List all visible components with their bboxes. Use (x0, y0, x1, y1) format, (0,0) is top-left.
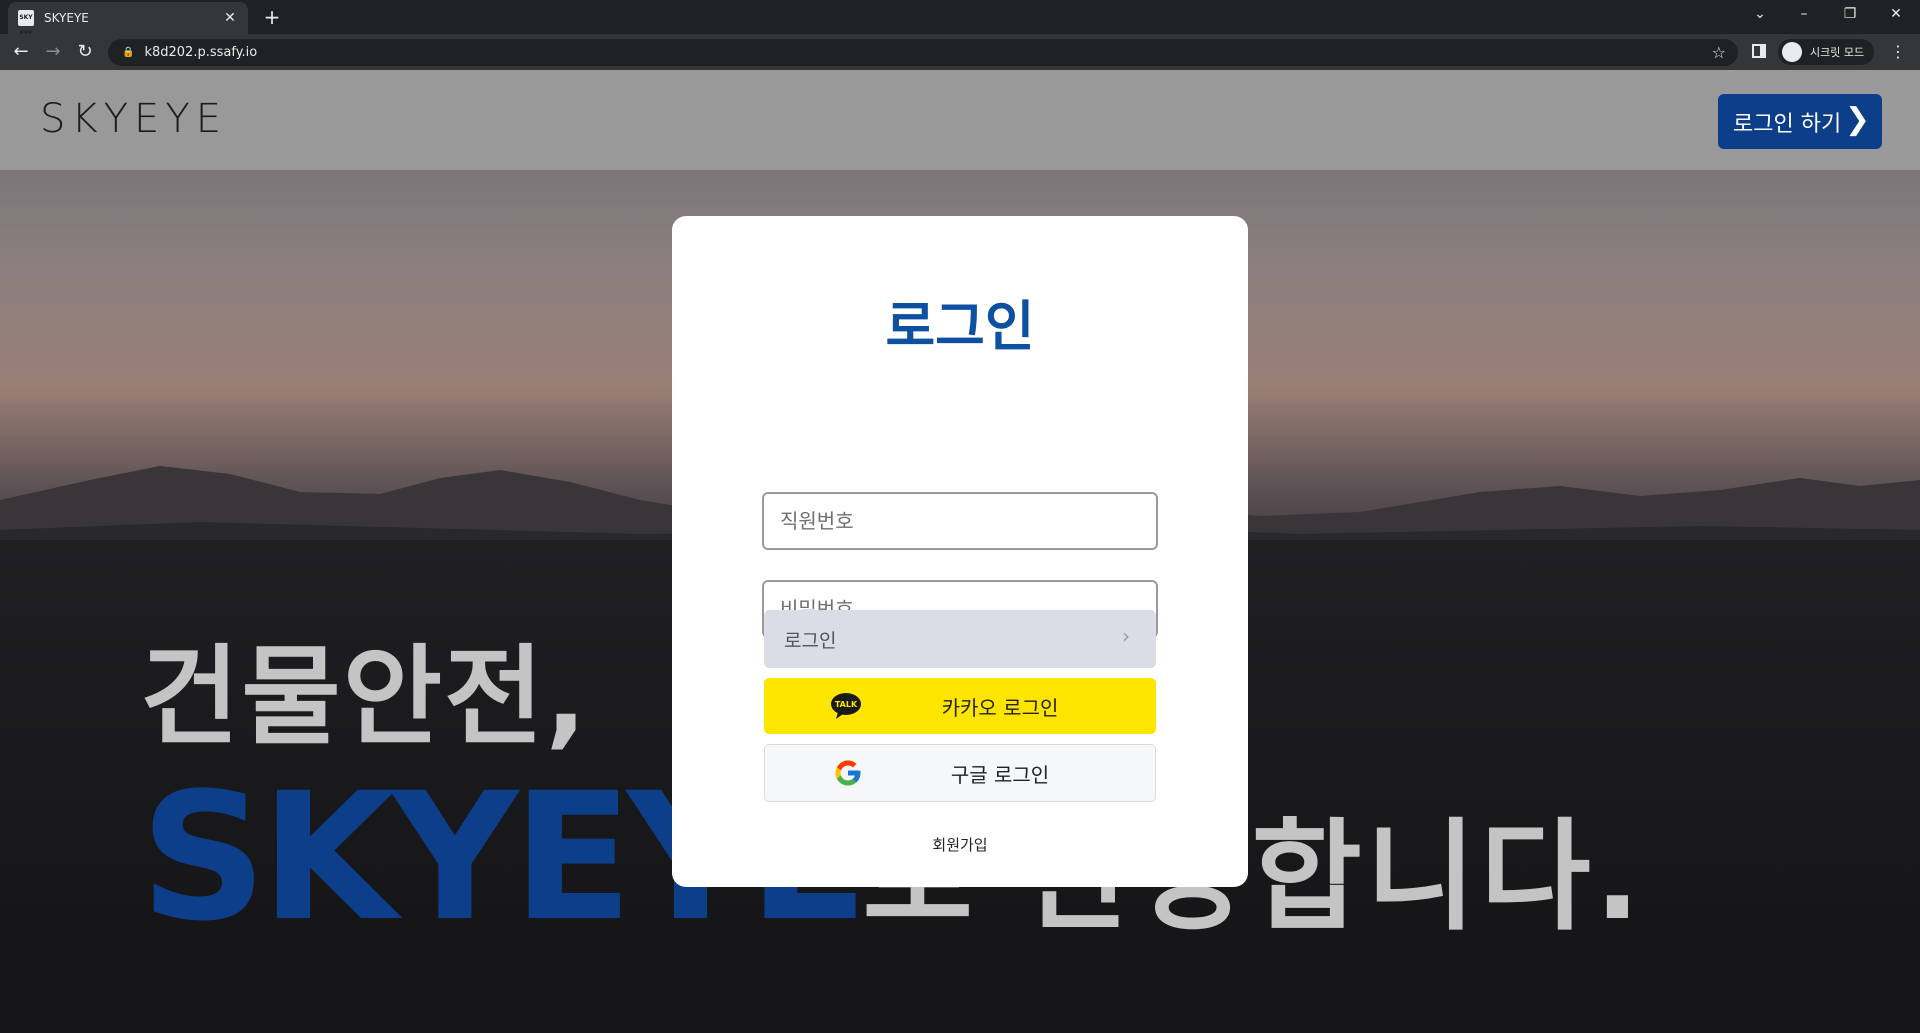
header-login-button[interactable]: 로그인 하기 ❯ (1718, 94, 1882, 149)
signup-link[interactable]: 회원가입 (672, 834, 1248, 855)
login-modal: 로그인 로그인 › TALK 카카오 로그인 구글 로그인 회원가입 (672, 216, 1248, 887)
star-icon[interactable]: ☆ (1712, 43, 1726, 62)
browser-tab-bar: SKY EYE SKYEYE ✕ + ⌄ – ❐ ✕ (0, 0, 1920, 37)
browser-tab[interactable]: SKY EYE SKYEYE ✕ (8, 2, 248, 37)
chevron-right-icon: ❯ (1844, 102, 1870, 137)
employee-id-input[interactable] (762, 492, 1158, 550)
lock-icon[interactable]: 🔒 (122, 47, 134, 58)
browser-toolbar: ← → ↻ 🔒 k8d202.p.ssafy.io ☆ 시크릿 모드 ⋮ (0, 34, 1920, 70)
google-login-button[interactable]: 구글 로그인 (764, 744, 1156, 802)
new-tab-button[interactable]: + (260, 5, 284, 29)
site-logo[interactable]: SKYEYE (40, 96, 227, 142)
hero-headline: 건물안전, (140, 635, 589, 760)
incognito-label: 시크릿 모드 (1810, 46, 1865, 59)
google-login-label: 구글 로그인 (950, 762, 1050, 787)
menu-icon[interactable]: ⋮ (1890, 42, 1906, 61)
minimize-icon[interactable]: – (1794, 6, 1814, 22)
reload-icon[interactable]: ↻ (74, 41, 96, 63)
login-button[interactable]: 로그인 › (764, 610, 1156, 668)
google-icon (835, 760, 861, 786)
window-close-icon[interactable]: ✕ (1886, 6, 1906, 22)
tab-search-icon[interactable]: ⌄ (1750, 6, 1770, 22)
side-panel-icon[interactable] (1752, 44, 1766, 58)
kakao-talk-icon: TALK (831, 693, 861, 719)
site-header: SKYEYE 로그인 하기 ❯ (0, 70, 1920, 170)
kakao-login-label: 카카오 로그인 (941, 695, 1059, 720)
kakao-login-button[interactable]: TALK 카카오 로그인 (764, 678, 1156, 734)
tab-title: SKYEYE (44, 11, 89, 25)
forward-icon[interactable]: → (42, 41, 64, 63)
back-icon[interactable]: ← (10, 41, 32, 63)
restore-icon[interactable]: ❐ (1840, 6, 1860, 22)
incognito-icon (1782, 42, 1802, 62)
incognito-badge[interactable]: 시크릿 모드 (1778, 39, 1875, 65)
address-bar[interactable]: 🔒 k8d202.p.ssafy.io ☆ (108, 39, 1738, 66)
favicon-icon: SKY EYE (18, 10, 34, 37)
kakao-icon-text: TALK (835, 700, 858, 709)
header-login-label: 로그인 하기 (1733, 111, 1842, 137)
chevron-right-icon: › (1122, 624, 1130, 648)
tab-close-icon[interactable]: ✕ (222, 10, 238, 26)
modal-title: 로그인 (885, 295, 1035, 358)
url-text[interactable]: k8d202.p.ssafy.io (144, 45, 1711, 60)
login-button-label: 로그인 (784, 629, 837, 652)
page: SKYEYE 로그인 하기 ❯ 건물안전, SKYEYE로 관장합니다. 로그인… (0, 70, 1920, 1033)
